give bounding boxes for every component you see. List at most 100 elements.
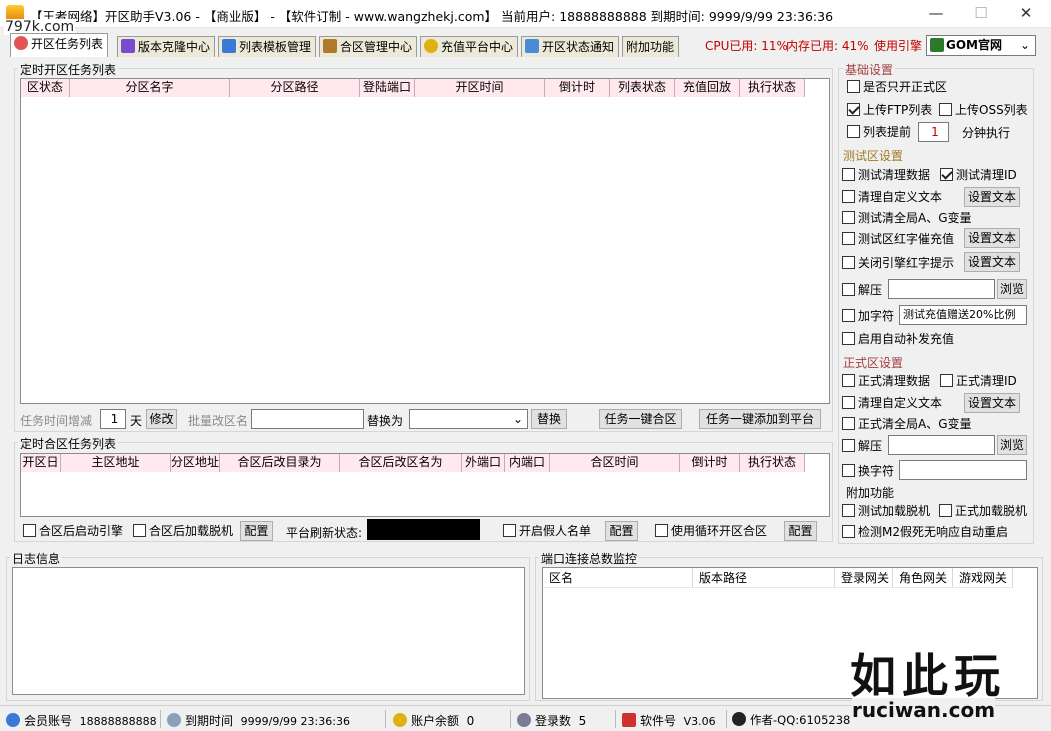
- formal-clear-data-checkbox[interactable]: 正式清理数据: [842, 373, 930, 389]
- col-main-address[interactable]: 主区地址: [61, 454, 171, 472]
- test-red-recharge-checkbox[interactable]: 测试区红字催充值: [842, 231, 954, 247]
- detect-m2-checkbox[interactable]: 检测M2假死无响应自动重启: [842, 524, 1008, 540]
- member-account: 会员账号 18888888888: [6, 712, 157, 729]
- formal-set-text-button[interactable]: 设置文本: [964, 393, 1020, 413]
- test-set-text-button-1[interactable]: 设置文本: [964, 187, 1020, 207]
- col-port-version-path[interactable]: 版本路径: [693, 568, 835, 588]
- test-set-text-button-2[interactable]: 设置文本: [964, 228, 1020, 248]
- loop-merge-checkbox[interactable]: 使用循环开区合区: [655, 523, 767, 539]
- memory-value: 41%: [841, 39, 869, 53]
- test-add-char-input[interactable]: 测试充值赠送20%比例: [899, 305, 1027, 325]
- merge-config-button[interactable]: 配置: [240, 521, 273, 541]
- fake-list-checkbox[interactable]: 开启假人名单: [503, 523, 591, 539]
- modify-button[interactable]: 修改: [146, 409, 177, 429]
- list-icon: [222, 39, 236, 53]
- test-clear-custom-checkbox[interactable]: 清理自定义文本: [842, 189, 942, 205]
- col-port-login-gate[interactable]: 登录网关: [835, 568, 893, 588]
- main-tabs: 开区任务列表 版本克隆中心 列表模板管理 合区管理中心 充值平台中心 开区状态通…: [10, 33, 680, 57]
- merge-list[interactable]: 开区日 主区地址 分区地址 合区后改目录为 合区后改区名为 外端口 内端口 合区…: [20, 453, 830, 517]
- col-open-time[interactable]: 开区时间: [415, 79, 545, 97]
- replace-select[interactable]: ⌄: [409, 409, 528, 429]
- col-zone-address[interactable]: 分区地址: [171, 454, 220, 472]
- tab-task-list[interactable]: 开区任务列表: [10, 33, 109, 57]
- col-merge-name[interactable]: 合区后改区名为: [340, 454, 462, 472]
- col-exec-status[interactable]: 执行状态: [740, 79, 805, 97]
- days-input[interactable]: 1: [100, 409, 126, 429]
- formal-unzip-checkbox[interactable]: 解压: [842, 438, 882, 454]
- chevron-down-icon: ⌄: [512, 412, 523, 426]
- fake-config-button[interactable]: 配置: [605, 521, 638, 541]
- col-recharge-replay[interactable]: 充值回放: [675, 79, 740, 97]
- tab-merge-center[interactable]: 合区管理中心: [319, 36, 418, 57]
- expire-info: 到期时间 9999/9/99 23:36:36: [167, 712, 350, 729]
- test-browse-button[interactable]: 浏览: [997, 279, 1027, 299]
- formal-browse-button[interactable]: 浏览: [997, 435, 1027, 455]
- auto-recharge-checkbox[interactable]: 启用自动补发充值: [842, 331, 954, 347]
- formal-clear-id-checkbox[interactable]: 正式清理ID: [940, 373, 1017, 389]
- test-unzip-path-input[interactable]: [888, 279, 995, 299]
- col-zone-path[interactable]: 分区路径: [230, 79, 360, 97]
- col-merge-dir[interactable]: 合区后改目录为: [220, 454, 340, 472]
- watermark-logo: 如此玩: [850, 649, 1006, 703]
- test-clear-data-checkbox[interactable]: 测试清理数据: [842, 167, 930, 183]
- user-icon: [6, 713, 20, 727]
- tab-status-notify[interactable]: 开区状态通知: [521, 36, 620, 57]
- minimize-button[interactable]: —: [913, 0, 959, 28]
- title-bar: 【王者网络】开区助手V3.06 - 【商业版】 - 【软件订制 - www.wa…: [0, 0, 1051, 28]
- col-open-day[interactable]: 开区日: [21, 454, 61, 472]
- col-merge-exec-status[interactable]: 执行状态: [740, 454, 805, 472]
- col-port-role-gate[interactable]: 角色网关: [893, 568, 953, 588]
- tab-list-template[interactable]: 列表模板管理: [218, 36, 317, 57]
- oss-upload-checkbox[interactable]: 上传OSS列表: [939, 102, 1028, 118]
- col-outer-port[interactable]: 外端口: [462, 454, 505, 472]
- test-add-char-checkbox[interactable]: 加字符: [842, 308, 894, 324]
- test-unzip-checkbox[interactable]: 解压: [842, 282, 882, 298]
- col-countdown[interactable]: 倒计时: [545, 79, 610, 97]
- col-merge-time[interactable]: 合区时间: [550, 454, 680, 472]
- col-list-status[interactable]: 列表状态: [610, 79, 675, 97]
- port-title: 端口连接总数监控: [539, 550, 640, 567]
- close-button[interactable]: ✕: [1003, 0, 1049, 28]
- formal-clear-global-checkbox[interactable]: 正式清全局A、G变量: [842, 416, 972, 432]
- qq-penguin-icon: [732, 712, 746, 726]
- col-inner-port[interactable]: 内端口: [505, 454, 550, 472]
- engine-icon: [930, 38, 944, 52]
- formal-swap-char-checkbox[interactable]: 换字符: [842, 463, 894, 479]
- col-port-game-gate[interactable]: 游戏网关: [953, 568, 1013, 588]
- replace-button[interactable]: 替换: [531, 409, 567, 429]
- log-textarea[interactable]: [12, 567, 525, 695]
- formal-unzip-path-input[interactable]: [888, 435, 995, 455]
- formal-clear-custom-checkbox[interactable]: 清理自定义文本: [842, 395, 942, 411]
- col-zone-status[interactable]: 区状态: [21, 79, 70, 97]
- col-port-zone-name[interactable]: 区名: [543, 568, 693, 588]
- formal-load-offline-checkbox[interactable]: 正式加载脱机: [939, 503, 1027, 519]
- rename-input[interactable]: [251, 409, 364, 429]
- col-zone-name[interactable]: 分区名字: [70, 79, 230, 97]
- log-title: 日志信息: [10, 550, 63, 567]
- test-load-offline-checkbox[interactable]: 测试加载脱机: [842, 503, 930, 519]
- start-engine-checkbox[interactable]: 合区后启动引擎: [23, 523, 123, 539]
- clone-icon: [121, 39, 135, 53]
- test-set-text-button-3[interactable]: 设置文本: [964, 252, 1020, 272]
- test-clear-global-checkbox[interactable]: 测试清全局A、G变量: [842, 210, 972, 226]
- tab-extra-functions[interactable]: 附加功能: [622, 36, 680, 57]
- maximize-button[interactable]: ☐: [958, 0, 1004, 28]
- close-red-hint-checkbox[interactable]: 关闭引擎红字提示: [842, 255, 954, 271]
- col-merge-countdown[interactable]: 倒计时: [680, 454, 740, 472]
- ftp-upload-checkbox[interactable]: 上传FTP列表: [847, 102, 932, 118]
- merge-all-button[interactable]: 任务一键合区: [599, 409, 682, 429]
- engine-select[interactable]: GOM官网 ⌄: [926, 35, 1036, 56]
- tab-recharge-platform[interactable]: 充值平台中心: [420, 36, 519, 57]
- test-clear-id-checkbox[interactable]: 测试清理ID: [940, 167, 1017, 183]
- load-offline-checkbox[interactable]: 合区后加载脱机: [133, 523, 233, 539]
- loop-config-button[interactable]: 配置: [784, 521, 817, 541]
- task-list[interactable]: 区状态 分区名字 分区路径 登陆端口 开区时间 倒计时 列表状态 充值回放 执行…: [20, 78, 830, 404]
- tab-version-clone[interactable]: 版本克隆中心: [117, 36, 216, 57]
- formal-only-checkbox[interactable]: 是否只开正式区: [847, 79, 947, 95]
- add-platform-button[interactable]: 任务一键添加到平台: [699, 409, 821, 429]
- formal-swap-char-input[interactable]: [899, 460, 1027, 480]
- merge-icon: [323, 39, 337, 53]
- col-login-port[interactable]: 登陆端口: [360, 79, 415, 97]
- advance-checkbox[interactable]: 列表提前: [847, 124, 911, 140]
- advance-minutes-input[interactable]: 1: [918, 122, 949, 142]
